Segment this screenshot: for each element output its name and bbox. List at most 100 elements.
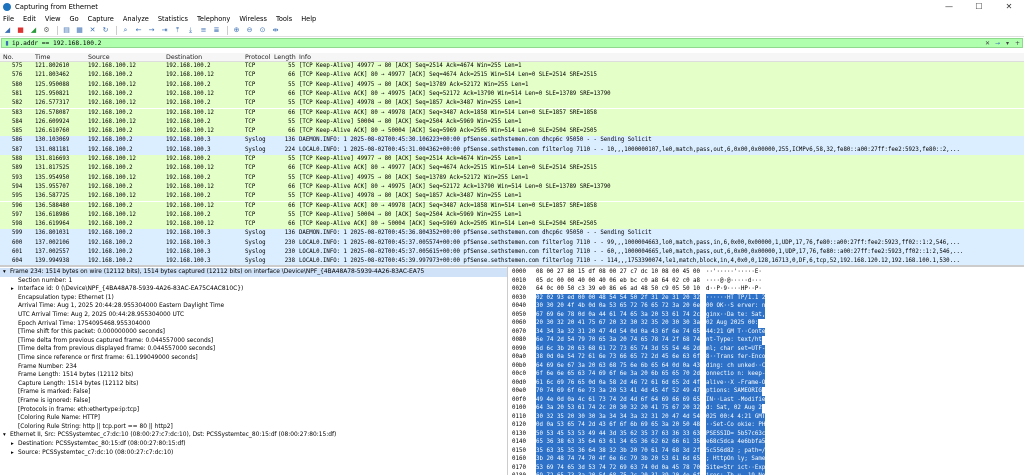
hex-ascii[interactable]: e68c5dca 4e6bbfa5 [706,438,766,447]
menu-tools[interactable]: Tools [276,15,292,23]
detail-tree-item[interactable]: Arrival Time: Aug 1, 2025 20:44:28.95530… [0,302,507,311]
packet-row[interactable]: 588 131.816693 192.168.100.12 192.168.100.2… [0,155,1024,165]
detail-tree-item[interactable]: Frame Number: 234 [0,363,507,372]
gear-icon[interactable]: ⚙ [41,25,52,36]
packet-row[interactable]: 589 131.817525 192.168.100.2 192.168.100.12… [0,164,1024,174]
detail-tree-item[interactable]: [Time delta from previous captured frame… [0,337,507,346]
shark-fin-start-icon[interactable]: ◢ [2,25,13,36]
detail-tree-item[interactable]: ▸ Destination: PCSSystemtec_80:15:df (08:… [0,440,507,449]
hex-ascii[interactable]: 5c556d82 ; path=/ [706,446,766,455]
hex-ascii[interactable]: ginx··Da te: Sat, [706,310,766,319]
close-file-icon[interactable]: ✕ [87,25,98,36]
detail-tree-item[interactable]: UTC Arrival Time: Aug 2, 2025 00:44:28.9… [0,311,507,320]
bookmark-icon[interactable]: ▮ [2,40,12,47]
packet-row[interactable]: 600 137.002106 192.168.100.2 192.168.100.3 S… [0,238,1024,248]
packet-row[interactable]: 585 126.610760 192.168.100.2 192.168.100.12… [0,127,1024,137]
display-filter-input[interactable] [12,39,982,47]
menu-capture[interactable]: Capture [88,15,114,23]
detail-tree-item[interactable]: [Time since reference or first frame: 61… [0,354,507,363]
packet-row[interactable]: 581 125.950821 192.168.100.2 192.168.100.12… [0,89,1024,100]
clear-filter-icon[interactable]: ✕ [983,39,992,47]
menu-analyze[interactable]: Analyze [123,15,149,23]
close-button[interactable]: ✕ [994,0,1024,13]
hex-bytes[interactable]: 67 69 6e 78 0d 0a 44 61 74 65 3a 20 53 6… [536,310,701,319]
detail-tree-item[interactable]: Encapsulation type: Ethernet (1) [0,294,507,303]
jump-icon[interactable]: ⇥ [159,25,170,36]
packet-row[interactable]: 576 121.803462 192.168.100.2 192.168.100.12… [0,71,1024,81]
hex-ascii[interactable]: d: Sat, 02 Aug 2 [706,404,762,413]
packet-row[interactable]: 596 136.588480 192.168.100.2 192.168.100.12… [0,201,1024,211]
menu-edit[interactable]: Edit [23,15,36,23]
hex-bytes[interactable]: 61 6c 69 76 65 0d 0a 58 2d 46 72 61 6d 6… [536,378,701,387]
hex-bytes[interactable]: 53 69 74 65 3d 53 74 72 69 63 74 0d 0a 4… [536,463,701,472]
column-header-source[interactable]: Source [88,54,110,61]
hex-bytes[interactable]: 64 69 6e 67 3a 20 63 68 75 6e 6b 65 64 0… [536,361,701,370]
hex-ascii[interactable]: Site=Str ict··Exp [706,463,766,472]
hex-ascii[interactable]: alive··X -Frame-O [706,378,766,387]
hex-ascii[interactable]: ml; char set=UTF- [706,344,766,353]
column-header-protocol[interactable]: Protocol [245,54,270,61]
hex-bytes[interactable]: 3b 20 48 74 74 70 4f 6e 6c 79 3b 20 53 6… [536,455,701,464]
detail-tree-item[interactable]: ▸ Source: PCSSystemtec_c7:dc:10 (08:00:27… [0,449,507,458]
hex-ascii[interactable]: 00 OK··S erver: n [706,302,766,311]
hex-ascii[interactable]: IN··Last -Modifie [706,395,766,404]
detail-tree-item[interactable]: ▾ Frame 234: 1514 bytes on wire (12112 bi… [0,268,507,277]
reload-icon[interactable]: ↻ [100,25,111,36]
column-header-length[interactable]: Length [274,54,296,61]
packet-row[interactable]: 586 130.103069 192.168.100.2 192.168.100.3 S… [0,136,1024,146]
hex-ascii[interactable]: 02 Aug 2025 00: [706,319,759,328]
hex-bytes[interactable]: 64 0c 00 50 c3 39 e0 86 e6 ad 48 50 c9 0… [536,285,700,294]
detail-tree-item[interactable]: [Coloring Rule Name: HTTP] [0,414,507,423]
add-filter-button-icon[interactable]: + [1013,39,1022,47]
hex-bytes[interactable]: 20 30 32 20 41 75 67 20 32 30 32 35 20 3… [536,319,701,328]
packet-row[interactable]: 598 136.619964 192.168.100.2 192.168.100.12… [0,220,1024,230]
hex-bytes[interactable]: 6e 74 2d 54 79 70 65 3a 20 74 65 78 74 2… [536,336,701,345]
expand-arrow-icon[interactable]: ▸ [11,449,14,458]
zoom-out-icon[interactable]: ⊖ [244,25,255,36]
detail-tree-item[interactable]: [Time delta from previous displayed fram… [0,345,507,354]
menu-statistics[interactable]: Statistics [158,15,188,23]
hex-ascii[interactable]: 44:21 GM T··Conte [706,327,766,336]
menu-go[interactable]: Go [69,15,78,23]
hex-bytes[interactable]: 08 00 27 80 15 df 08 00 27 c7 dc 10 08 0… [536,268,700,277]
menu-wireless[interactable]: Wireless [239,15,267,23]
detail-tree-item[interactable]: Capture Length: 1514 bytes (12112 bits) [0,380,507,389]
packet-row[interactable]: 601 137.002557 192.168.100.2 192.168.100.3 S… [0,248,1024,258]
packet-row[interactable]: 584 126.609924 192.168.100.12 192.168.100.2… [0,117,1024,128]
hex-ascii[interactable]: ······HT TP/1.1 2 [706,293,766,302]
hex-ascii[interactable]: nt-Type: text/ht [706,336,762,345]
back-icon[interactable]: ← [133,25,144,36]
packet-details-pane[interactable]: ▾ Frame 234: 1514 bytes on wire (12112 bi… [0,267,508,475]
hex-bytes[interactable]: 6d 6c 3b 20 63 68 61 72 73 65 74 3d 55 5… [536,344,701,353]
column-header-time[interactable]: Time [35,54,50,61]
hex-ascii[interactable]: d··P·9····HP··P· [706,285,762,294]
menu-view[interactable]: View [45,15,61,23]
zoom-reset-icon[interactable]: ⊙ [257,25,268,36]
hex-ascii[interactable]: 8··Trans fer-Enco [706,353,766,362]
hex-bytes[interactable]: 02 02 93 ed 00 00 48 54 54 50 2f 31 2e 3… [536,293,701,302]
collapse-arrow-icon[interactable]: ▾ [3,268,6,277]
last-icon[interactable]: ⤓ [185,25,196,36]
expand-arrow-icon[interactable]: ▸ [11,440,14,449]
hex-bytes[interactable]: 38 0d 0a 54 72 61 6e 73 66 65 72 2d 45 6… [536,353,701,362]
packet-row[interactable]: 587 131.081181 192.168.100.2 192.168.100.3 S… [0,145,1024,155]
hex-ascii[interactable]: ····@·@·····d··· [706,277,762,286]
restart-icon[interactable]: ◢ [28,25,39,36]
packet-row[interactable]: 597 136.618986 192.168.100.12 192.168.100.2… [0,210,1024,221]
detail-tree-item[interactable]: [Frame is ignored: False] [0,397,507,406]
hex-bytes[interactable]: 0d 0a 53 65 74 2d 43 6f 6f 6b 69 65 3a 2… [536,421,701,430]
packet-row[interactable]: 594 135.955707 192.168.100.2 192.168.100.12… [0,182,1024,193]
detail-tree-item[interactable]: Section number: 1 [0,277,507,286]
packet-row[interactable]: 604 139.994938 192.168.100.2 192.168.100.3 S… [0,257,1024,265]
filter-dropdown-icon[interactable]: ▾ [1003,39,1012,47]
hex-ascii[interactable]: PSESSID= 5b57c63c [706,429,766,438]
expand-arrow-icon[interactable]: ▸ [11,285,14,294]
hex-bytes[interactable]: 64 3a 20 53 61 74 2c 20 30 32 20 41 75 6… [536,404,701,413]
first-icon[interactable]: ⤒ [172,25,183,36]
column-header-no[interactable]: No. [3,54,13,61]
hex-ascii[interactable]: onnectio n: keep- [706,370,766,379]
column-header-info[interactable]: Info [299,54,311,61]
detail-tree-item[interactable]: Epoch Arrival Time: 1754095468.955304000 [0,320,507,329]
hex-bytes[interactable]: 49 4e 0d 0a 4c 61 73 74 2d 4d 6f 64 69 6… [536,395,701,404]
colorize-icon[interactable]: ≣ [211,25,222,36]
